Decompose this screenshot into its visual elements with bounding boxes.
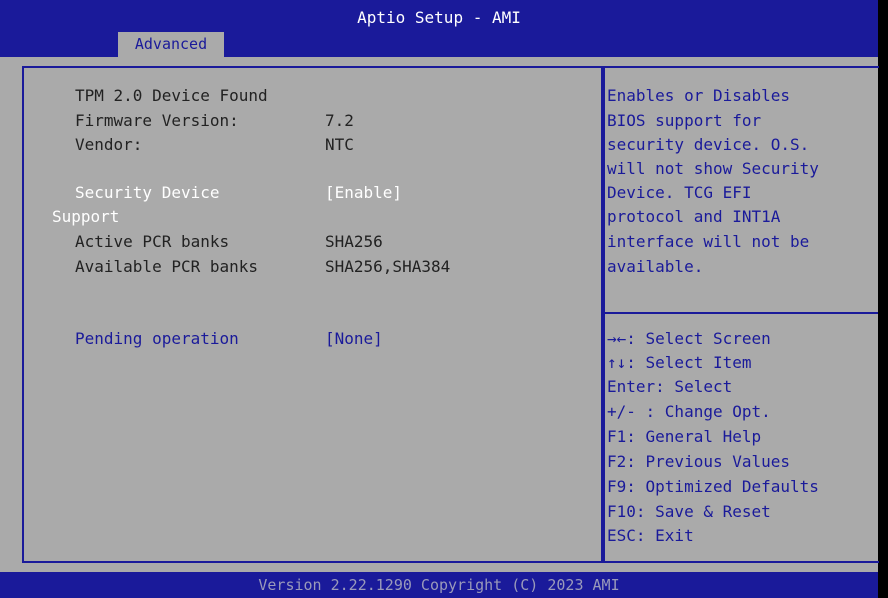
help-description-line: BIOS support for — [607, 111, 762, 130]
help-description-line: will not show Security — [607, 159, 819, 178]
help-description-line: Device. TCG EFI — [607, 183, 752, 202]
help-description-line: available. — [607, 257, 704, 276]
help-key-enter: Enter: Select — [607, 377, 733, 396]
security-device-label[interactable]: Security Device — [75, 183, 220, 203]
help-description-line: protocol and INT1A — [607, 207, 781, 226]
vendor-value: NTC — [325, 135, 354, 154]
help-key-change-opt: +/- : Change Opt. — [607, 402, 771, 421]
help-key-esc: ESC: Exit — [607, 526, 694, 545]
help-key-f1: F1: General Help — [607, 427, 762, 446]
available-pcr-banks-value: SHA256,SHA384 — [325, 257, 451, 276]
vendor-label: Vendor: — [75, 135, 143, 154]
active-pcr-banks-value: SHA256 — [325, 232, 383, 251]
help-description-line: interface will not be — [607, 232, 810, 251]
security-device-value[interactable]: [Enable] — [325, 183, 402, 203]
help-description-line: Enables or Disables — [607, 86, 791, 105]
pending-operation-value[interactable]: [None] — [325, 329, 383, 349]
tpm-found-label: TPM 2.0 Device Found — [75, 86, 268, 105]
help-key-select-screen: →←: Select Screen — [607, 329, 771, 348]
help-key-f10: F10: Save & Reset — [607, 502, 771, 521]
help-key-f9: F9: Optimized Defaults — [607, 477, 819, 496]
app-title: Aptio Setup - AMI — [357, 8, 521, 27]
help-key-f2: F2: Previous Values — [607, 452, 791, 471]
firmware-version-label: Firmware Version: — [75, 111, 239, 130]
active-pcr-banks-label: Active PCR banks — [75, 232, 230, 251]
help-divider — [601, 312, 878, 314]
version-footer: Version 2.22.1290 Copyright (C) 2023 AMI — [0, 572, 878, 598]
bios-screen: Aptio Setup - AMI Advanced TPM 2.0 Devic… — [0, 0, 879, 598]
pending-operation-label[interactable]: Pending operation — [75, 329, 239, 349]
header-bar: Aptio Setup - AMI Advanced — [0, 0, 878, 57]
available-pcr-banks-label: Available PCR banks — [75, 257, 259, 276]
tab-advanced[interactable]: Advanced — [118, 32, 224, 57]
help-key-select-item: ↑↓: Select Item — [607, 353, 752, 372]
firmware-version-value: 7.2 — [325, 111, 354, 130]
help-description-line: security device. O.S. — [607, 135, 810, 154]
security-device-label-wrap[interactable]: Support — [52, 207, 119, 227]
